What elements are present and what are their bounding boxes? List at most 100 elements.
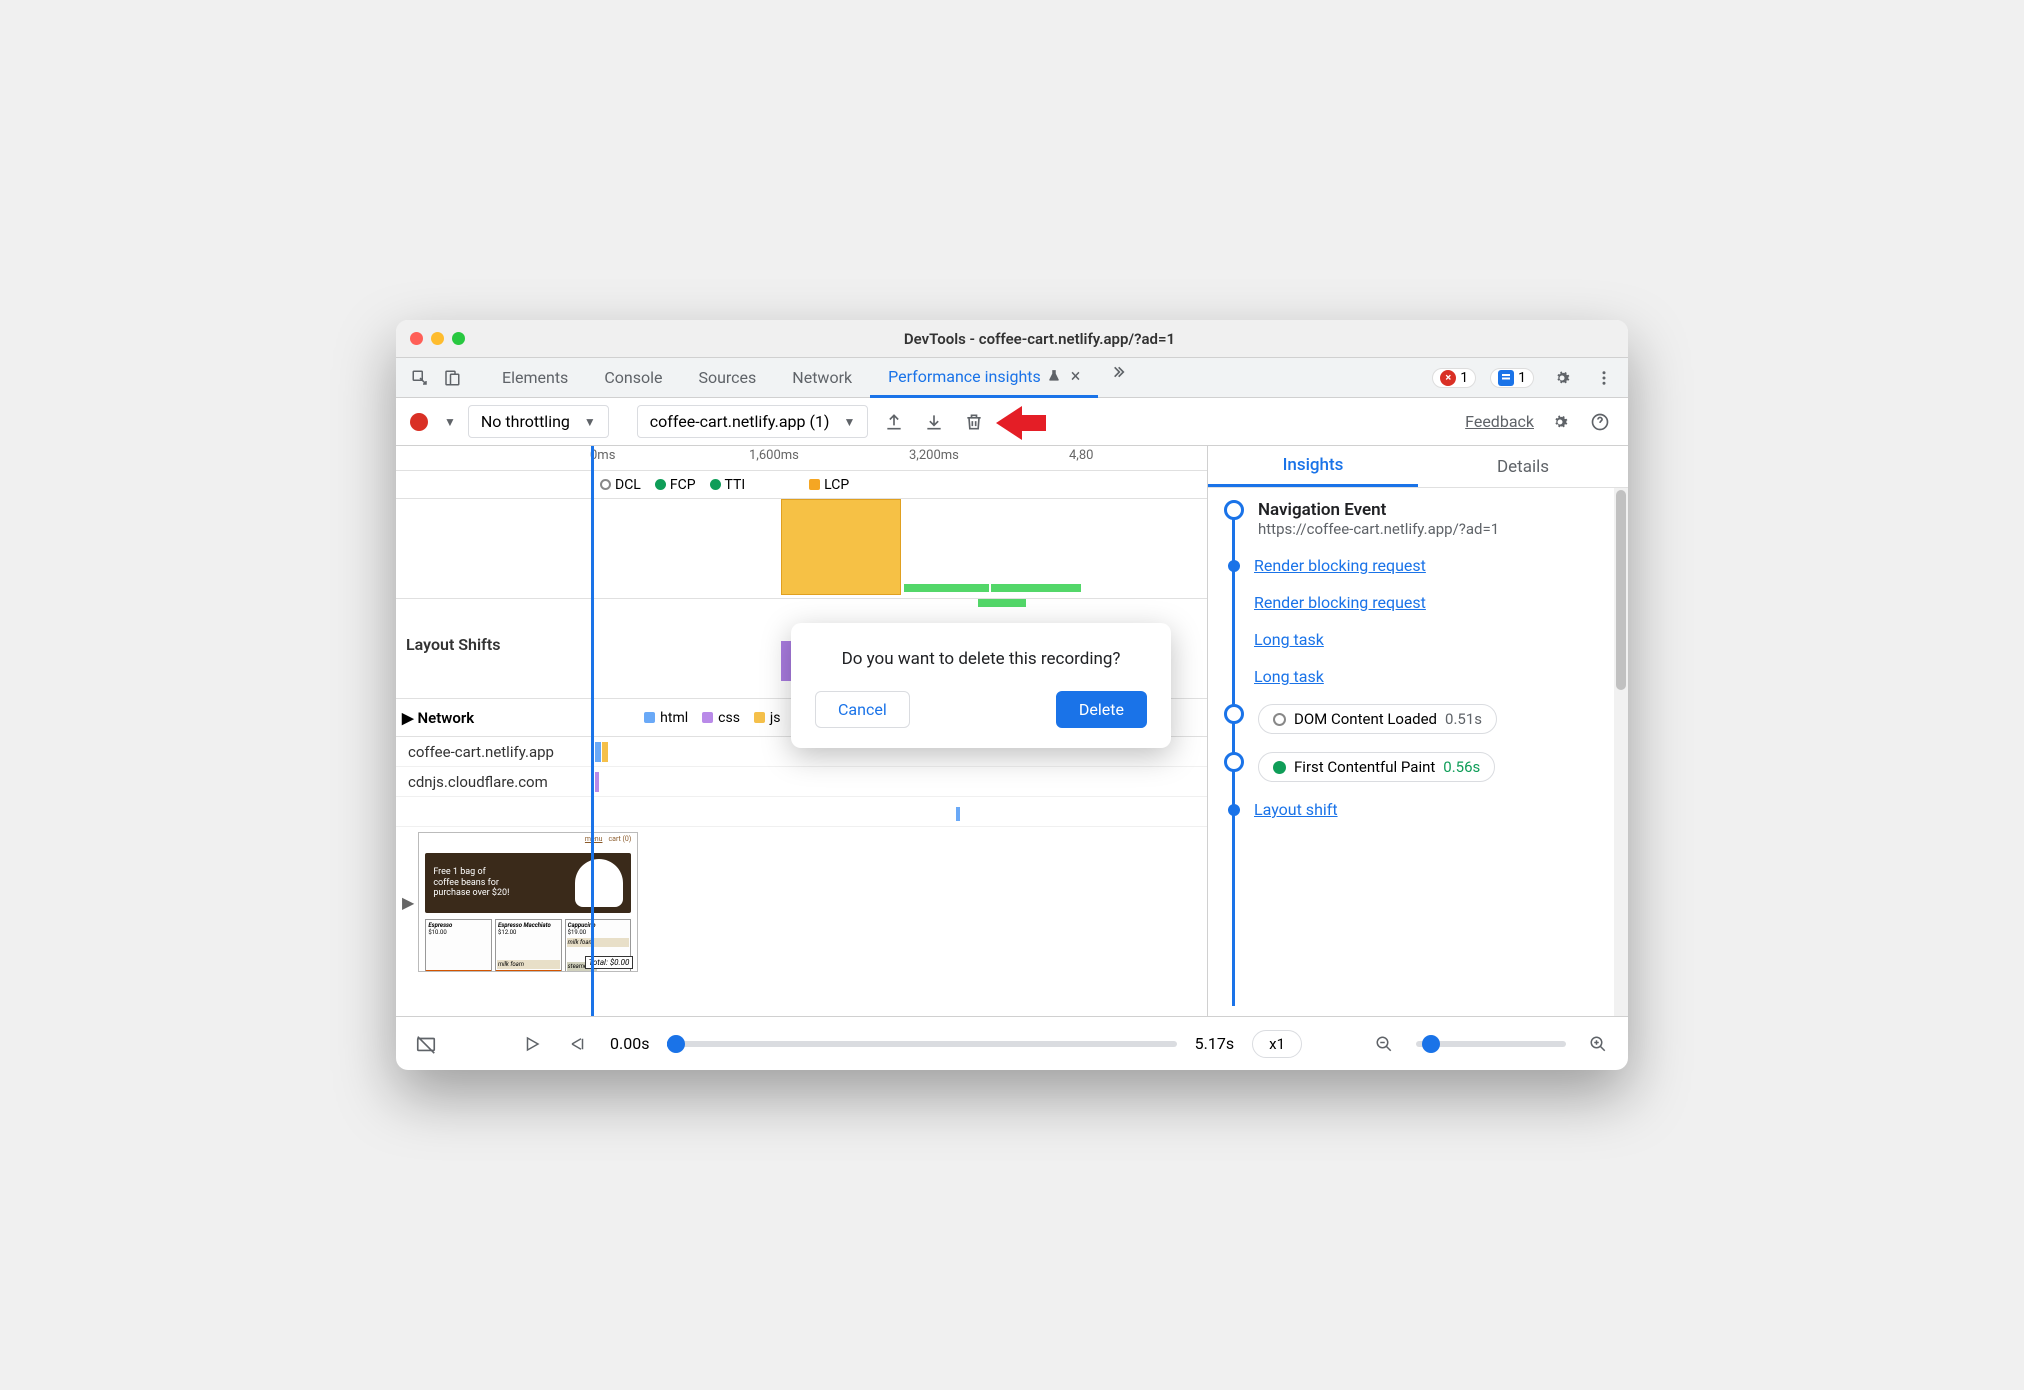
- insight-dcl[interactable]: DOM Content Loaded 0.51s: [1220, 704, 1612, 734]
- tab-network[interactable]: Network: [774, 358, 870, 398]
- speed-control[interactable]: x1: [1252, 1030, 1302, 1058]
- flame-chart[interactable]: [396, 499, 1207, 599]
- record-button[interactable]: [410, 413, 428, 431]
- errors-badge[interactable]: × 1: [1432, 368, 1476, 388]
- issues-badge[interactable]: 1: [1490, 368, 1534, 388]
- device-toolbar-icon[interactable]: [438, 364, 466, 392]
- tab-elements[interactable]: Elements: [484, 358, 586, 398]
- minimize-window-button[interactable]: [431, 332, 444, 345]
- insight-link-item[interactable]: Long task: [1220, 667, 1612, 686]
- throttling-select[interactable]: No throttling ▼: [468, 405, 609, 438]
- zoom-handle[interactable]: [1422, 1035, 1440, 1053]
- zoom-in-icon[interactable]: [1584, 1030, 1612, 1058]
- playback-bar: 0.00s 5.17s x1: [396, 1016, 1628, 1070]
- net-bar[interactable]: [956, 807, 960, 821]
- legend-label: js: [770, 710, 781, 726]
- settings-icon[interactable]: [1548, 364, 1576, 392]
- flask-icon: [1047, 369, 1061, 383]
- insights-list[interactable]: Navigation Event https://coffee-cart.net…: [1208, 488, 1628, 1016]
- panel-settings-icon[interactable]: [1546, 408, 1574, 436]
- marker-lcp[interactable]: LCP: [809, 477, 849, 493]
- play-icon[interactable]: [518, 1030, 546, 1058]
- thumb-prod-name: Cappucino: [568, 922, 629, 929]
- annotation-arrow-icon: [1000, 402, 1050, 442]
- maximize-window-button[interactable]: [452, 332, 465, 345]
- delete-button[interactable]: Delete: [1056, 691, 1147, 728]
- thumb-prod-price: $10.00: [428, 929, 489, 936]
- flame-block[interactable]: [781, 499, 901, 595]
- delete-icon[interactable]: [960, 408, 988, 436]
- feedback-link[interactable]: Feedback: [1465, 412, 1534, 431]
- tab-performance-insights[interactable]: Performance insights ×: [870, 358, 1098, 398]
- tab-label: Performance insights: [888, 367, 1041, 386]
- zoom-out-icon[interactable]: [1370, 1030, 1398, 1058]
- layout-shift-block[interactable]: [978, 599, 1026, 607]
- network-legend: html css js: [644, 710, 780, 726]
- marker-fcp[interactable]: FCP: [655, 477, 696, 493]
- playhead-line[interactable]: [591, 446, 594, 1016]
- network-row[interactable]: [396, 797, 1207, 827]
- close-tab-icon[interactable]: ×: [1071, 366, 1081, 387]
- insight-navigation[interactable]: Navigation Event https://coffee-cart.net…: [1220, 500, 1612, 538]
- errors-count: 1: [1460, 370, 1468, 386]
- scrollbar[interactable]: [1614, 488, 1628, 1016]
- tab-label: Console: [604, 368, 662, 387]
- insight-fcp[interactable]: First Contentful Paint 0.56s: [1220, 752, 1612, 782]
- hollow-circle-icon: [600, 479, 611, 490]
- legend-label: html: [660, 710, 688, 726]
- zoom-slider[interactable]: [1416, 1041, 1566, 1047]
- recording-value: coffee-cart.netlify.app (1): [650, 412, 830, 431]
- kebab-menu-icon[interactable]: [1590, 364, 1618, 392]
- marker-dcl[interactable]: DCL: [600, 477, 641, 493]
- net-bar[interactable]: [595, 772, 599, 792]
- tab-sources[interactable]: Sources: [680, 358, 774, 398]
- help-icon[interactable]: [1586, 408, 1614, 436]
- expand-icon[interactable]: ▶: [402, 893, 414, 912]
- timeline-dot-icon: [1228, 804, 1240, 816]
- thumb-product: Espresso $10.00: [425, 919, 492, 972]
- insight-link-item[interactable]: Render blocking request: [1220, 593, 1612, 612]
- slider-handle[interactable]: [667, 1035, 685, 1053]
- insight-link-item[interactable]: Long task: [1220, 630, 1612, 649]
- time-mark: 1,600ms: [749, 448, 799, 463]
- blue-square-icon: [644, 712, 655, 723]
- flame-block[interactable]: [991, 584, 1081, 592]
- recording-select[interactable]: coffee-cart.netlify.app (1) ▼: [637, 405, 869, 438]
- network-row[interactable]: cdnjs.cloudflare.com: [396, 767, 1207, 797]
- insight-link[interactable]: Long task: [1254, 630, 1324, 649]
- download-icon[interactable]: [920, 408, 948, 436]
- rewind-icon[interactable]: [564, 1030, 592, 1058]
- thumb-cup-icon: [575, 859, 623, 907]
- expand-icon: ▶: [402, 709, 414, 727]
- titlebar: DevTools - coffee-cart.netlify.app/?ad=1: [396, 320, 1628, 358]
- insight-link-item[interactable]: Layout shift: [1220, 800, 1612, 819]
- flame-block[interactable]: [904, 584, 989, 592]
- tab-console[interactable]: Console: [586, 358, 680, 398]
- error-icon: ×: [1440, 370, 1456, 386]
- insight-link[interactable]: Layout shift: [1254, 800, 1338, 819]
- thumb-prod-name: Espresso Macchiato: [498, 922, 559, 929]
- close-window-button[interactable]: [410, 332, 423, 345]
- select-element-icon[interactable]: [406, 364, 434, 392]
- thumb-nav-cart: cart (0): [609, 835, 632, 843]
- time-slider[interactable]: [667, 1041, 1176, 1047]
- insight-link-item[interactable]: Render blocking request: [1220, 556, 1612, 575]
- insight-link[interactable]: Long task: [1254, 667, 1324, 686]
- thumb-prod-name: Espresso: [428, 922, 489, 929]
- upload-icon[interactable]: [880, 408, 908, 436]
- record-dropdown-icon[interactable]: ▼: [444, 415, 456, 429]
- scrollbar-thumb[interactable]: [1616, 490, 1626, 690]
- tab-details[interactable]: Details: [1418, 446, 1628, 487]
- cancel-button[interactable]: Cancel: [815, 691, 910, 728]
- insight-link[interactable]: Render blocking request: [1254, 593, 1426, 612]
- net-bar[interactable]: [595, 742, 601, 762]
- screenshot-toggle-icon[interactable]: [412, 1030, 440, 1058]
- insight-link[interactable]: Render blocking request: [1254, 556, 1426, 575]
- green-circle-icon: [1273, 761, 1286, 774]
- marker-label: TTI: [725, 477, 746, 493]
- screenshot-thumb[interactable]: menu cart (0) Free 1 bag of coffee beans…: [418, 832, 638, 972]
- more-tabs-icon[interactable]: [1104, 358, 1132, 386]
- marker-tti[interactable]: TTI: [710, 477, 746, 493]
- net-bar[interactable]: [602, 742, 608, 762]
- tab-insights[interactable]: Insights: [1208, 446, 1418, 487]
